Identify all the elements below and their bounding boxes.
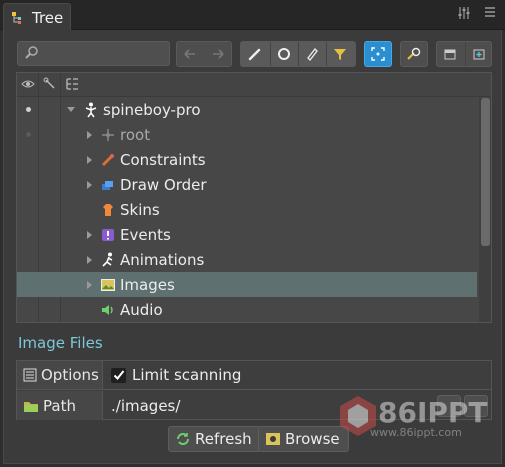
window-icon (444, 49, 456, 60)
scrollbar-thumb[interactable] (481, 98, 490, 246)
focus-button[interactable] (364, 41, 392, 67)
options-row: Options Limit scanning (17, 361, 491, 390)
skeleton-icon (83, 102, 99, 118)
expand-arrow-icon[interactable] (87, 255, 92, 264)
nav-buttons-group (176, 41, 232, 67)
tree-row-label: Events (120, 225, 171, 244)
options-label: Options (41, 366, 99, 384)
tree-row-label: Constraints (120, 150, 206, 169)
panel-header (0, 0, 505, 30)
tree-column-header (17, 73, 491, 97)
hierarchy-list-icon[interactable] (65, 77, 79, 95)
filter-toggle-button[interactable] (326, 42, 352, 66)
bone-brush-icon (248, 48, 261, 61)
audio-icon (100, 302, 116, 318)
refresh-button[interactable]: Refresh (168, 426, 261, 452)
funnel-icon (333, 49, 346, 60)
filter-buttons-group (240, 41, 356, 67)
tree-row[interactable]: Draw Order (17, 172, 477, 197)
visibility-dot-icon (25, 107, 31, 112)
path-key: Path (17, 391, 103, 420)
circle-icon (277, 48, 290, 60)
limit-scanning-label: Limit scanning (132, 366, 242, 384)
tree-row-label: Images (120, 275, 175, 294)
path-value: ./images/ (111, 396, 181, 415)
events-icon (100, 227, 116, 243)
find-replace-button[interactable] (400, 41, 428, 67)
tree-row[interactable]: Constraints (17, 147, 477, 172)
options-list-icon (23, 368, 37, 382)
tree-row[interactable]: Animations (17, 247, 477, 272)
pencil-icon (306, 48, 318, 61)
key-search-icon (401, 42, 427, 66)
arrow-left-icon (184, 49, 195, 59)
arrow-right-icon (213, 49, 224, 59)
tree-row-label: Audio (120, 300, 163, 319)
attachments-filter-button[interactable] (298, 42, 324, 66)
expand-arrow-icon[interactable] (87, 180, 92, 189)
tree-row[interactable]: Skins (17, 197, 477, 222)
watermark-text: 86IPPT (378, 396, 488, 429)
tab-tree[interactable]: Tree (3, 3, 71, 31)
images-icon (100, 277, 116, 293)
focus-frame-icon (365, 42, 391, 66)
folder-icon (24, 401, 38, 412)
limit-scanning-checkbox[interactable]: Limit scanning (103, 361, 491, 389)
bones-filter-button[interactable] (242, 42, 268, 66)
tree-row[interactable]: Events (17, 222, 477, 247)
window-plus-icon (473, 49, 484, 60)
expand-button[interactable] (465, 42, 491, 66)
draw-order-icon (100, 177, 116, 193)
tree-row[interactable]: Audio (17, 297, 477, 322)
visibility-dot-icon (25, 132, 31, 137)
slots-filter-button[interactable] (270, 42, 296, 66)
visibility-toggle[interactable] (17, 107, 39, 112)
expand-arrow-icon[interactable] (87, 130, 92, 139)
bone-visibility-icon[interactable] (43, 77, 57, 95)
tab-title: Tree (32, 8, 64, 27)
tree-row[interactable]: Images (17, 272, 477, 297)
tree-scrollbar[interactable] (479, 98, 491, 322)
tree-row-label: Draw Order (120, 175, 207, 194)
bone-icon (100, 127, 116, 143)
tree-row-label: root (120, 125, 151, 144)
section-title: Image Files (18, 334, 103, 352)
menu-icon[interactable] (481, 6, 499, 24)
tree-row[interactable]: root (17, 122, 477, 147)
refresh-label: Refresh (195, 430, 252, 448)
search-input[interactable] (17, 41, 170, 66)
browse-button[interactable]: Browse (258, 426, 349, 452)
options-key: Options (17, 361, 103, 389)
checkmark-icon (113, 370, 124, 380)
collapse-button[interactable] (437, 42, 463, 66)
tree-view: spineboy-pro root Constraints Draw Order Ski… (16, 72, 492, 323)
tree-row-label: Skins (120, 200, 160, 219)
tree-row-label: spineboy-pro (103, 100, 201, 119)
settings-sliders-icon[interactable] (455, 6, 473, 24)
expand-arrow-icon[interactable] (87, 155, 92, 164)
previous-button[interactable] (177, 42, 203, 66)
animations-icon (100, 252, 116, 268)
next-button[interactable] (205, 42, 231, 66)
constraints-icon (100, 152, 116, 168)
tree-row-label: Animations (120, 250, 205, 269)
refresh-icon (177, 433, 189, 445)
panel-buttons-group (436, 41, 492, 67)
skins-icon (100, 202, 116, 218)
tree-icon (11, 11, 27, 25)
path-label: Path (43, 396, 76, 415)
eye-icon[interactable] (21, 77, 35, 95)
browse-label: Browse (285, 430, 340, 448)
watermark-url: www.86ippt.com (370, 426, 462, 439)
search-icon (24, 45, 40, 61)
browse-image-icon (266, 433, 280, 445)
collapse-arrow-icon[interactable] (67, 107, 75, 112)
tree-row[interactable]: spineboy-pro (17, 97, 477, 122)
checkbox-box[interactable] (111, 367, 126, 383)
visibility-toggle[interactable] (17, 132, 39, 137)
expand-arrow-icon[interactable] (87, 280, 92, 289)
expand-arrow-icon[interactable] (87, 230, 92, 239)
